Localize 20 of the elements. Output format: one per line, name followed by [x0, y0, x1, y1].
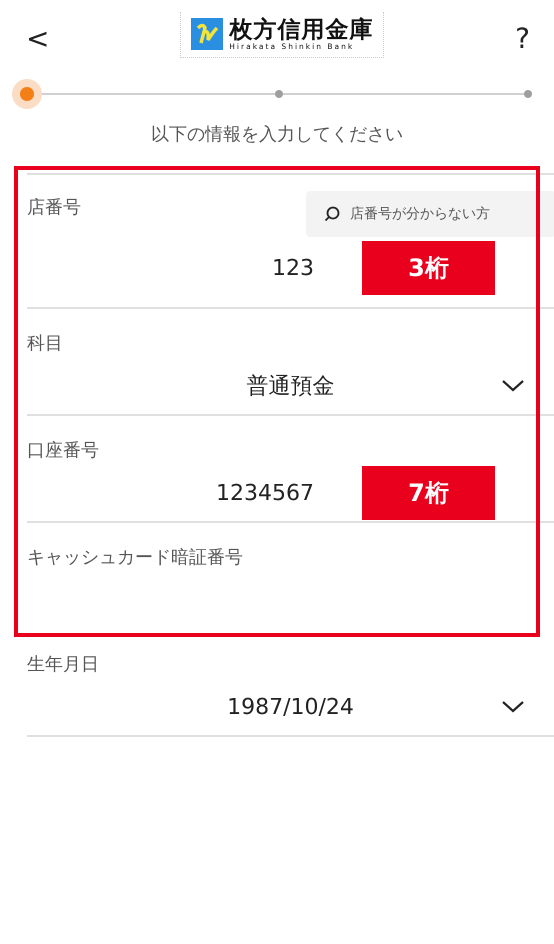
- instruction-text: 以下の情報を入力してください: [150, 123, 404, 146]
- input-field[interactable]: 123: [272, 256, 314, 280]
- field-label: 口座番号: [27, 439, 99, 462]
- digit-badge: 3桁: [362, 241, 495, 295]
- input-field[interactable]: 1234567: [216, 480, 314, 506]
- search-icon: [324, 206, 340, 222]
- lookup-button[interactable]: 店番号が分からない方: [306, 191, 554, 237]
- select-field[interactable]: 普通預金: [246, 371, 334, 401]
- chevron-down-icon[interactable]: [502, 380, 524, 392]
- logo-icon: [191, 18, 224, 50]
- back-button[interactable]: <: [20, 22, 56, 54]
- logo-title: 枚方信用金庫: [229, 18, 374, 42]
- field-label: キャッシュカード暗証番号: [27, 546, 243, 569]
- digit-badge: 7桁: [362, 466, 495, 520]
- field-label: 科目: [27, 332, 63, 355]
- field-label: 生年月日: [27, 653, 99, 676]
- field-label: 店番号: [27, 196, 81, 219]
- chevron-down-icon[interactable]: [502, 701, 524, 713]
- select-field[interactable]: 1987/10/24: [227, 694, 354, 720]
- help-button[interactable]: ?: [509, 22, 536, 54]
